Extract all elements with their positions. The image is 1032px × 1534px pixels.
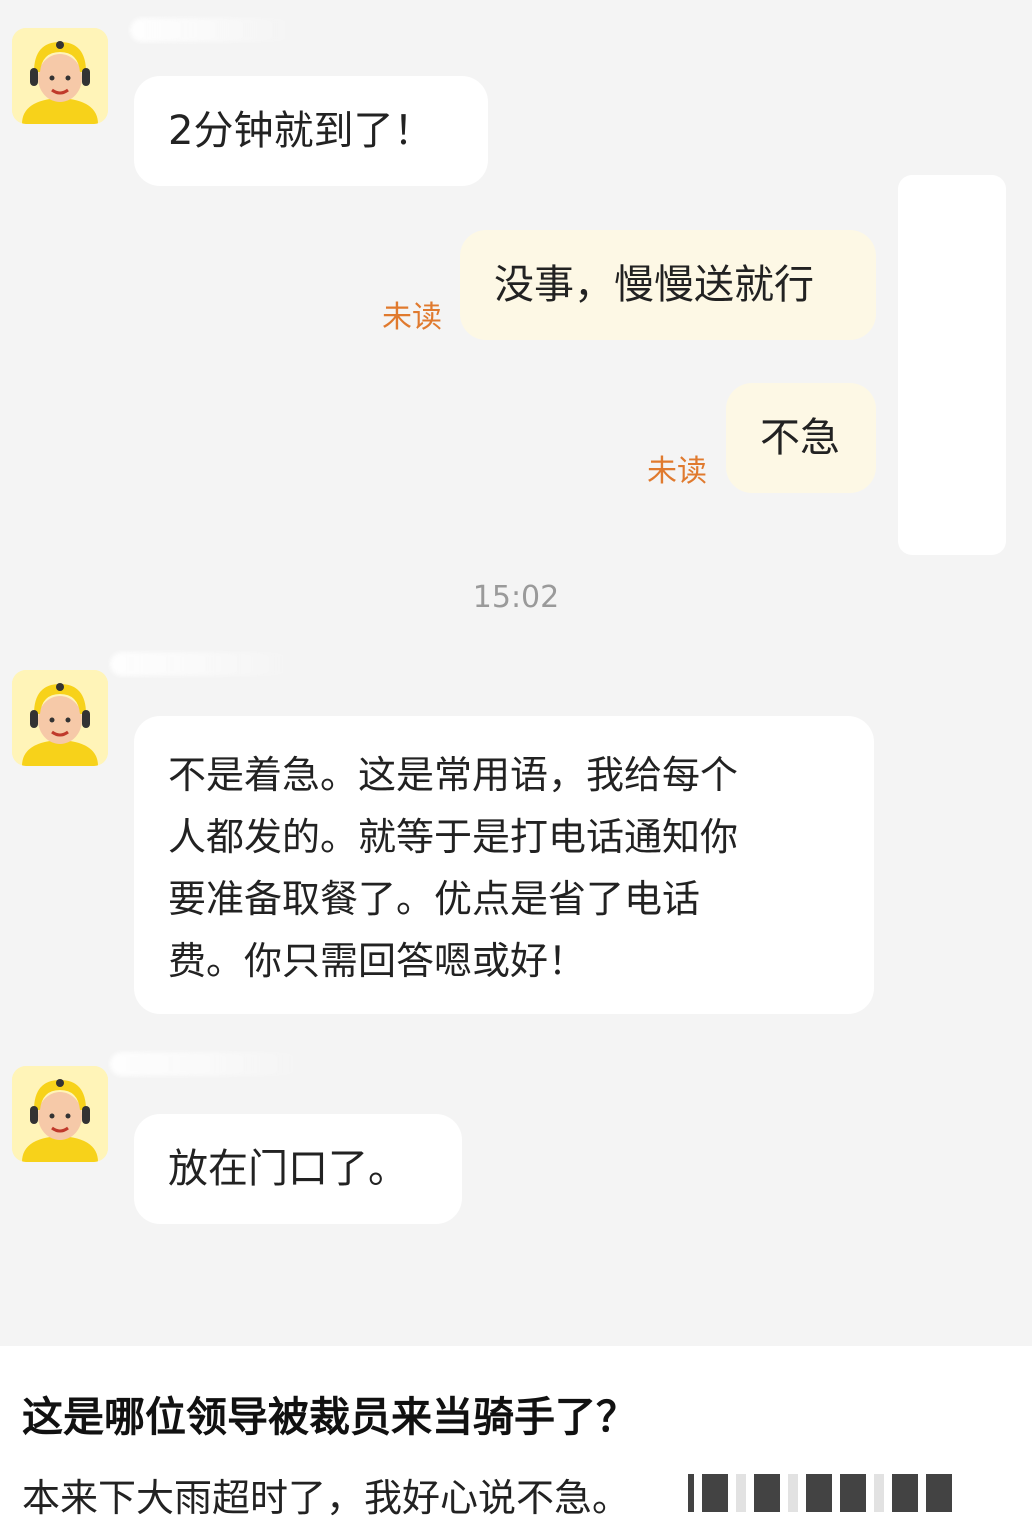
message-line: 人都发的。就等于是打电话通知你 [168,815,739,859]
unread-status: 未读 [382,300,442,335]
message-bubble[interactable]: 放在门口了。 [134,1114,462,1224]
unread-status: 未读 [647,454,707,489]
message-bubble-sent[interactable]: 不急 [726,383,876,493]
post-body: 本来下大雨超时了，我好心说不急。 [22,1476,631,1520]
message-line: 不是着急。这是常用语，我给每个 [168,753,739,797]
sender-name-redacted [110,1052,310,1076]
rider-avatar-icon[interactable] [12,1066,108,1162]
message-text: 不急 [760,415,840,461]
sender-name-redacted [130,18,300,42]
message-bubble[interactable]: 不是着急。这是常用语，我给每个 人都发的。就等于是打电话通知你 要准备取餐了。优… [134,716,874,1014]
timestamp: 15:02 [472,580,560,615]
message-line: 要准备取餐了。优点是省了电话 [168,877,701,921]
message-text: 2分钟就到了！ [168,108,434,154]
message-text: 没事，慢慢送就行 [494,262,814,308]
message-bubble-sent[interactable]: 没事，慢慢送就行 [460,230,876,340]
redacted-area [898,175,1006,555]
message-line: 费。你只需回答嗯或好！ [168,939,587,983]
redacted-text [688,1474,952,1512]
post-title: 这是哪位领导被裁员来当骑手了？ [22,1393,637,1441]
message-text: 放在门口了。 [168,1146,408,1192]
chat-area: 2分钟就到了！ 未读 没事，慢慢送就行 未读 不急 15:02 不是着急。这是常… [0,0,1032,1346]
rider-avatar-icon[interactable] [12,28,108,124]
rider-avatar-icon[interactable] [12,670,108,766]
message-bubble[interactable]: 2分钟就到了！ [134,76,488,186]
sender-name-redacted [110,652,300,676]
